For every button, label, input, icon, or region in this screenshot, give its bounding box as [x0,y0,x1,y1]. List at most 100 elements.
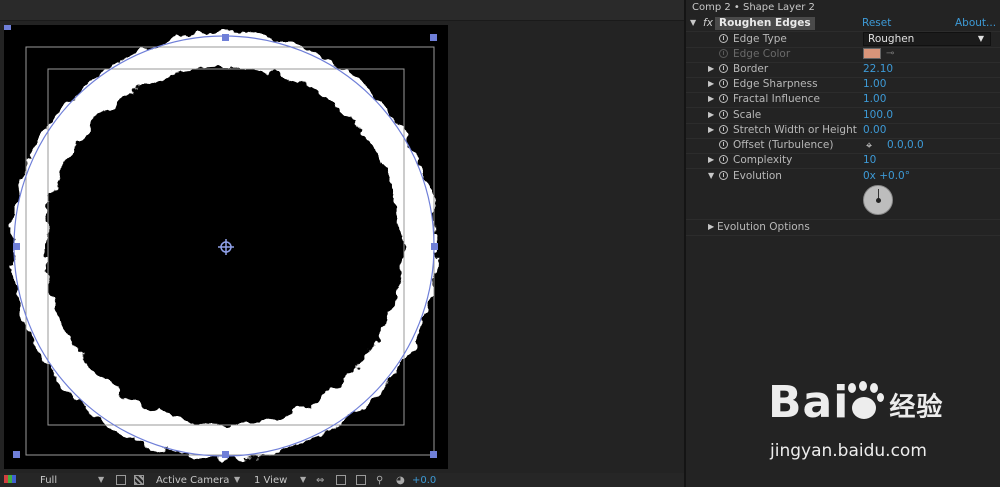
effect-collapse-icon[interactable]: ▼ [690,18,696,27]
expand-icon[interactable]: ▶ [708,64,714,73]
handle-bottom-right[interactable] [430,451,437,458]
property-label: Scale [733,109,762,121]
color-channels-icon[interactable] [4,475,18,485]
complexity-value[interactable]: 10 [863,154,876,166]
property-label: Edge Color [733,48,791,60]
property-label: Fractal Influence [733,93,820,105]
expand-icon[interactable]: ▶ [708,79,714,88]
effect-controls-panel: Comp 2 • Shape Layer 2 ▼ fx Roughen Edge… [686,0,1000,487]
offset-value[interactable]: 0.0,0.0 [887,139,924,151]
property-row-border: ▶ Border 22.10 [686,62,1000,78]
property-row-stretch: ▶ Stretch Width or Height 0.00 [686,123,1000,139]
stopwatch-icon[interactable] [719,171,728,180]
property-row-edge-color: Edge Color ⊸ [686,47,1000,63]
property-label: Evolution [733,170,782,182]
stretch-value[interactable]: 0.00 [863,124,886,136]
edge-sharpness-value[interactable]: 1.00 [863,78,886,90]
toggle-pixel-aspect-icon[interactable]: ⇔ [316,475,324,486]
evolution-value[interactable]: 0x +0.0° [863,170,910,182]
baidu-jingyan-watermark: Bai 经验 jingyan.baidu.com [760,375,990,470]
handle-top-right[interactable] [430,34,437,41]
viewer-toolbar: Full ▼ Active Camera ▼ 1 View ▼ ⇔ ⚲ ◕ +0… [0,473,684,487]
about-link[interactable]: About... [955,17,996,29]
handle-top-center[interactable] [222,34,229,41]
crosshair-icon[interactable]: ⌖ [866,139,872,153]
stopwatch-icon[interactable] [719,64,728,73]
property-row-edge-type: Edge Type Roughen ▼ [686,32,1000,48]
stopwatch-icon[interactable] [719,94,728,103]
composition-canvas[interactable] [4,25,448,469]
expand-icon[interactable]: ▶ [708,125,714,134]
exposure-value[interactable]: +0.0 [412,475,436,486]
stopwatch-icon[interactable] [719,49,728,58]
paw-icon [844,381,886,423]
expand-icon[interactable]: ▶ [708,222,714,231]
camera-select[interactable]: Active Camera [156,475,229,486]
evolution-angle-dial[interactable] [863,185,893,215]
property-row-fractal-influence: ▶ Fractal Influence 1.00 [686,92,1000,108]
stopwatch-icon[interactable] [719,125,728,134]
composition-viewer[interactable]: Full ▼ Active Camera ▼ 1 View ▼ ⇔ ⚲ ◕ +0… [0,0,684,487]
region-of-interest-icon[interactable] [116,475,126,485]
property-row-offset: Offset (Turbulence) ⌖ 0.0,0.0 [686,138,1000,154]
property-row-complexity: ▶ Complexity 10 [686,153,1000,169]
edge-color-swatch[interactable] [863,48,881,59]
stopwatch-icon[interactable] [719,34,728,43]
viewer-top-bar [0,0,684,21]
edge-type-value: Roughen [868,33,915,45]
chevron-down-icon: ▼ [977,34,984,43]
handle-top-left[interactable] [4,25,11,30]
flowchart-icon[interactable]: ⚲ [376,475,383,486]
stopwatch-icon[interactable] [719,155,728,164]
camera-dropdown-icon[interactable]: ▼ [234,475,240,484]
fx-toggle-icon[interactable]: fx [703,17,713,29]
effect-name[interactable]: Roughen Edges [715,17,815,30]
handle-middle-left[interactable] [13,243,20,250]
stopwatch-icon[interactable] [719,140,728,149]
resolution-select[interactable]: Full [40,475,57,486]
edge-type-dropdown[interactable]: Roughen ▼ [863,32,991,46]
expand-icon[interactable]: ▶ [708,94,714,103]
handle-bottom-left[interactable] [13,451,20,458]
scale-value[interactable]: 100.0 [863,109,893,121]
transparency-grid-icon[interactable] [134,475,144,485]
stopwatch-icon[interactable] [719,110,728,119]
property-row-scale: ▶ Scale 100.0 [686,108,1000,124]
view-layout-label: 1 View [254,475,288,486]
border-value[interactable]: 22.10 [863,63,893,75]
property-label: Complexity [733,154,793,166]
evolution-options-row: ▶ Evolution Options [686,220,1000,236]
canvas-graphic [4,25,438,459]
watermark-url: jingyan.baidu.com [770,441,927,461]
camera-label: Active Camera [156,475,230,486]
reset-exposure-icon[interactable]: ◕ [396,475,405,486]
property-row-evolution: ▼ Evolution 0x +0.0° [686,169,1000,220]
property-label: Edge Type [733,33,787,45]
timeline-icon[interactable] [356,475,366,485]
resolution-dropdown-icon[interactable]: ▼ [98,475,104,484]
property-row-edge-sharpness: ▶ Edge Sharpness 1.00 [686,77,1000,93]
eyedropper-icon[interactable]: ⊸ [886,48,894,59]
handle-bottom-center[interactable] [222,451,229,458]
reset-link[interactable]: Reset [862,17,891,29]
handle-middle-right[interactable] [431,243,438,250]
view-layout-dropdown-icon[interactable]: ▼ [300,475,306,484]
expand-icon[interactable]: ▶ [708,110,714,119]
collapse-icon[interactable]: ▼ [708,171,714,180]
evolution-options-label[interactable]: Evolution Options [717,221,810,233]
effect-header-row: ▼ fx Roughen Edges Reset About... [686,16,1000,32]
property-label: Border [733,63,769,75]
breadcrumb: Comp 2 • Shape Layer 2 [692,2,815,13]
anchor-point-icon[interactable] [218,239,234,255]
dial-hub [876,198,881,203]
roughened-ring [11,33,437,459]
fast-previews-icon[interactable] [336,475,346,485]
property-label: Offset (Turbulence) [733,139,834,151]
property-label: Edge Sharpness [733,78,818,90]
view-layout-select[interactable]: 1 View [254,475,287,486]
expand-icon[interactable]: ▶ [708,155,714,164]
resolution-label: Full [40,475,58,486]
fractal-influence-value[interactable]: 1.00 [863,93,886,105]
property-label: Stretch Width or Height [733,124,857,136]
stopwatch-icon[interactable] [719,79,728,88]
